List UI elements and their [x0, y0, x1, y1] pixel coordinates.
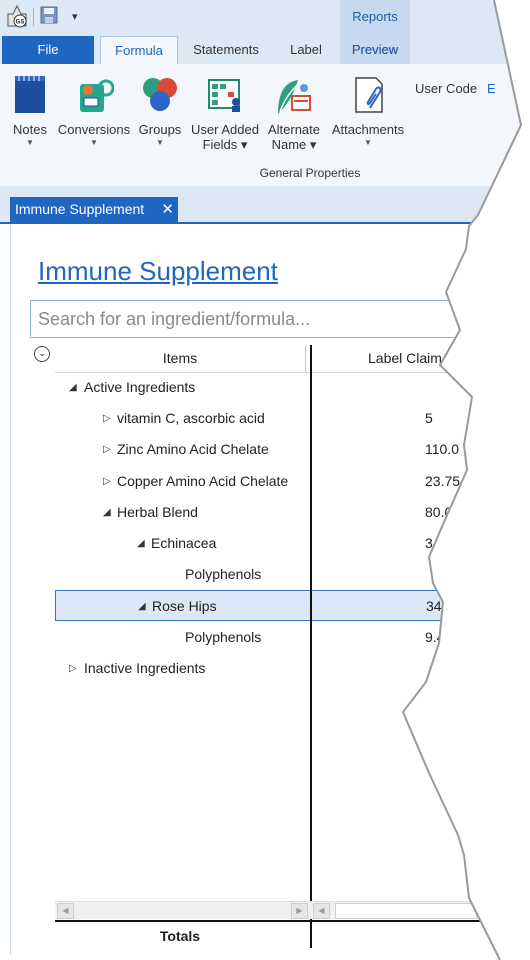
tab-formula[interactable]: Formula	[100, 36, 178, 66]
row-label-claim: 80.0	[425, 503, 453, 520]
row-name: Zinc Amino Acid Chelate	[117, 441, 269, 458]
scroll-thumb[interactable]	[335, 903, 477, 919]
row-name: Copper Amino Acid Chelate	[117, 472, 289, 489]
ribbon-tabs: File Formula Statements Label Preview	[0, 36, 521, 66]
collapse-icon[interactable]: ◢	[69, 372, 77, 403]
tab-file[interactable]: File	[2, 36, 94, 64]
row-name: Herbal Blend	[117, 503, 198, 520]
alternate-name-label: Alternate Name ▾	[267, 122, 321, 152]
page-title[interactable]: Immune Supplement	[38, 256, 278, 287]
row-label-claim: 5	[425, 410, 433, 427]
column-header-items[interactable]: Items	[55, 345, 306, 372]
scroll-left-icon[interactable]: ◀	[313, 903, 330, 919]
chevron-down-icon: ▼	[156, 138, 164, 147]
customize-toolbar-dropdown[interactable]: ▾	[72, 10, 78, 23]
row-name: Echinacea	[151, 535, 217, 551]
chevron-down-icon: ▼	[26, 138, 34, 147]
notes-button[interactable]: Notes ▼	[6, 74, 54, 149]
alternate-name-icon	[274, 74, 314, 116]
row-name: Active Ingredients	[84, 379, 196, 395]
notes-label: Notes	[13, 122, 47, 137]
row-name: vitamin C, ascorbic acid	[117, 410, 265, 427]
ribbon: Notes ▼ Conversions ▼ Groups ▼ User Adde…	[0, 64, 521, 187]
totals-label: Totals	[159, 928, 201, 944]
collapse-icon[interactable]: ◢	[138, 591, 146, 622]
groups-button[interactable]: Groups ▼	[134, 74, 186, 149]
app-logo-icon[interactable]: GS	[6, 5, 28, 29]
ribbon-group-label: General Properties	[259, 166, 361, 180]
scroll-left-icon[interactable]: ◀	[57, 903, 74, 919]
svg-text:GS: GS	[16, 20, 25, 26]
user-added-fields-icon	[205, 74, 245, 116]
collapse-icon[interactable]: ◢	[103, 497, 111, 528]
tree-row[interactable]: ◢ Echinacea 34	[55, 528, 521, 559]
tree-row[interactable]: ▷ Inactive Ingredients	[55, 653, 521, 684]
tree-row[interactable]: ◢ Active Ingredients	[55, 372, 521, 403]
user-code-edit-link[interactable]: E	[487, 81, 496, 96]
expand-icon[interactable]: ▷	[103, 466, 111, 497]
attachments-label: Attachments	[331, 122, 405, 137]
expand-icon[interactable]: ▷	[69, 653, 77, 684]
row-label-claim: 23.75	[425, 472, 461, 489]
tab-preview-label[interactable]: Preview	[340, 36, 410, 64]
tab-statements[interactable]: Statements	[180, 36, 272, 64]
row-label-claim: 9.4	[425, 628, 445, 645]
notes-icon	[10, 74, 50, 116]
totals-divider	[55, 920, 521, 922]
column-divider	[310, 345, 312, 948]
reports-contextual-header: Reports	[340, 0, 410, 36]
row-label-claim: 34	[426, 598, 442, 615]
chevron-down-icon: ▼	[90, 138, 98, 147]
row-label-claim: 34	[425, 535, 441, 551]
save-icon[interactable]	[40, 6, 58, 24]
conversions-icon	[74, 74, 115, 116]
tree-row[interactable]: ▷ Zinc Amino Acid Chelate 110.0	[55, 434, 521, 465]
user-code-label: User Code	[415, 81, 478, 96]
conversions-button[interactable]: Conversions ▼	[56, 74, 132, 149]
toolbar-separator	[33, 8, 34, 26]
expand-icon[interactable]: ▷	[103, 434, 111, 465]
alternate-name-button[interactable]: Alternate Name ▾	[264, 74, 324, 152]
document-tab[interactable]: Immune Supplement ✕	[10, 197, 178, 222]
collapse-icon[interactable]: ◢	[137, 528, 145, 559]
quick-access-toolbar: GS ▾	[0, 0, 521, 36]
groups-label: Groups	[138, 122, 182, 137]
tree-row[interactable]: ◢ Herbal Blend 80.0	[55, 497, 521, 528]
tree-row[interactable]: ◢ Rose Hips 34	[55, 590, 521, 622]
row-name: Inactive Ingredients	[84, 659, 206, 676]
row-name: Rose Hips	[152, 598, 217, 615]
scroll-right-icon[interactable]: ▶	[291, 903, 308, 919]
attachments-button[interactable]: Attachments ▼	[328, 74, 408, 149]
tree-row[interactable]: ▷ Copper Amino Acid Chelate 23.75	[55, 466, 521, 497]
attachments-icon	[348, 74, 388, 116]
chevron-down-icon: ▼	[364, 138, 372, 147]
close-icon[interactable]: ✕	[161, 197, 174, 222]
collapse-all-icon[interactable]: ⌄	[34, 346, 50, 362]
row-name: Polyphenols	[185, 628, 262, 645]
user-added-fields-label: User Added Fields ▾	[191, 122, 259, 152]
document-tab-title: Immune Supplement	[15, 201, 145, 217]
tree-row[interactable]: Polyphenols	[55, 559, 521, 590]
expand-icon[interactable]: ▷	[103, 403, 111, 434]
row-name: Polyphenols	[185, 566, 262, 583]
tree-row[interactable]: Polyphenols 9.4	[55, 622, 521, 653]
column-header-label-claim[interactable]: Label Claim	[315, 345, 521, 372]
user-added-fields-button[interactable]: User Added Fields ▾	[188, 74, 262, 152]
conversions-label: Conversions	[57, 122, 131, 137]
row-label-claim: 110.0	[425, 441, 459, 458]
groups-icon	[140, 74, 180, 116]
tree-row[interactable]: ▷ vitamin C, ascorbic acid 5	[55, 403, 521, 434]
search-input[interactable]: Search for an ingredient/formula...	[30, 300, 510, 338]
tab-label[interactable]: Label	[276, 36, 336, 64]
horizontal-scrollbar[interactable]: ◀ ▶ ◀	[55, 901, 521, 919]
